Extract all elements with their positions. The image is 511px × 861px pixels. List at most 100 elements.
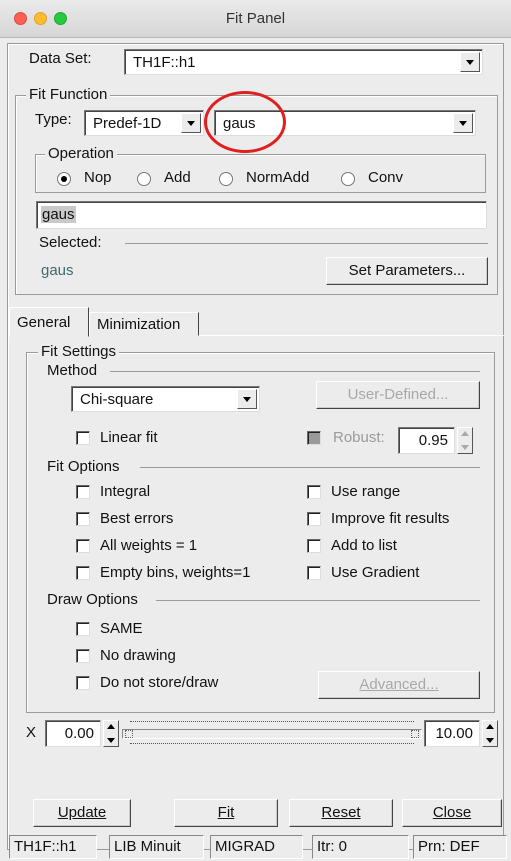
robust-input[interactable]: 0.95 <box>398 427 455 454</box>
use-gradient-checkbox[interactable] <box>307 566 321 580</box>
tab-general[interactable]: General <box>9 307 89 337</box>
method-combo[interactable]: Chi-square <box>71 386 260 412</box>
close-button[interactable]: Close <box>402 799 502 827</box>
linear-fit-checkbox[interactable] <box>76 431 90 445</box>
range-max-input[interactable]: 10.00 <box>424 720 480 747</box>
range-max-spinner[interactable] <box>482 720 498 747</box>
tab-general-label: General <box>17 314 71 331</box>
chevron-down-icon[interactable] <box>237 389 257 409</box>
best-errors-label: Best errors <box>100 510 174 527</box>
arrow-up-icon <box>107 724 115 729</box>
status-method: MIGRAD <box>210 835 303 859</box>
fit-label: Fit <box>217 804 235 821</box>
all-weights-label: All weights = 1 <box>100 537 198 554</box>
annotation-circle <box>204 91 286 153</box>
advanced-label: Advanced... <box>359 676 439 693</box>
set-parameters-button[interactable]: Set Parameters... <box>326 257 488 285</box>
range-max-value: 10.00 <box>435 725 473 742</box>
formula-value: gaus <box>41 206 76 223</box>
advanced-button[interactable]: Advanced... <box>318 671 480 699</box>
arrow-down-icon <box>461 445 469 450</box>
use-range-label: Use range <box>331 483 401 500</box>
no-drawing-checkbox[interactable] <box>76 649 90 663</box>
slider-bottom-dots <box>130 743 414 744</box>
robust-label: Robust: <box>333 429 385 446</box>
method-label: Method <box>47 362 98 379</box>
window-title: Fit Panel <box>225 10 286 27</box>
chevron-down-icon[interactable] <box>460 52 480 72</box>
reset-label: Reset <box>321 804 361 821</box>
range-x-label: X <box>26 724 37 741</box>
selected-label: Selected: <box>39 234 102 251</box>
radio-nop-label[interactable]: Nop <box>84 169 112 186</box>
type-value: Predef-1D <box>93 115 162 132</box>
radio-conv[interactable] <box>341 172 355 186</box>
slider-left-handle[interactable] <box>125 730 133 738</box>
radio-normadd-label[interactable]: NormAdd <box>246 169 309 186</box>
fit-options-label: Fit Options <box>47 458 120 475</box>
do-not-store-label: Do not store/draw <box>100 674 219 691</box>
best-errors-checkbox[interactable] <box>76 512 90 526</box>
range-min-spinner[interactable] <box>103 720 119 747</box>
range-slider[interactable] <box>122 721 422 745</box>
arrow-down-icon <box>107 738 115 743</box>
integral-checkbox[interactable] <box>76 485 90 499</box>
robust-value: 0.95 <box>418 432 448 449</box>
status-print-level: Prn: DEF <box>413 835 507 859</box>
user-defined-button[interactable]: User-Defined... <box>316 381 480 409</box>
data-set-value: TH1F::h1 <box>133 54 196 71</box>
tab-minimization[interactable]: Minimization <box>89 312 199 336</box>
robust-spinner[interactable] <box>457 427 473 454</box>
slider-top-dots <box>130 721 414 729</box>
type-combo[interactable]: Predef-1D <box>84 110 204 136</box>
add-to-list-checkbox[interactable] <box>307 539 321 553</box>
method-divider <box>110 371 480 372</box>
draw-options-label: Draw Options <box>47 591 138 608</box>
integral-label: Integral <box>100 483 151 500</box>
empty-bins-label: Empty bins, weights=1 <box>100 564 251 581</box>
draw-options-divider <box>156 600 480 601</box>
fit-settings-group-label: Fit Settings <box>38 343 120 360</box>
radio-add-label[interactable]: Add <box>164 169 191 186</box>
same-label: SAME <box>100 620 143 637</box>
all-weights-checkbox[interactable] <box>76 539 90 553</box>
radio-normadd[interactable] <box>219 172 233 186</box>
status-histogram: TH1F::h1 <box>9 835 97 859</box>
fit-function-group-label: Fit Function <box>26 86 111 103</box>
slider-track <box>122 729 422 739</box>
tab-minimization-label: Minimization <box>97 316 181 333</box>
linear-fit-label: Linear fit <box>100 429 158 446</box>
radio-conv-label[interactable]: Conv <box>368 169 403 186</box>
method-value: Chi-square <box>80 391 154 408</box>
arrow-up-icon <box>486 724 494 729</box>
improve-fit-checkbox[interactable] <box>307 512 321 526</box>
radio-nop[interactable] <box>57 172 71 186</box>
arrow-up-icon <box>461 431 469 436</box>
formula-input[interactable]: gaus <box>36 201 487 229</box>
robust-checkbox[interactable] <box>307 431 321 445</box>
status-library: LIB Minuit <box>109 835 204 859</box>
update-button[interactable]: Update <box>33 799 131 827</box>
empty-bins-checkbox[interactable] <box>76 566 90 580</box>
fit-button[interactable]: Fit <box>174 799 278 827</box>
use-range-checkbox[interactable] <box>307 485 321 499</box>
radio-add[interactable] <box>137 172 151 186</box>
chevron-down-icon[interactable] <box>453 113 473 133</box>
same-checkbox[interactable] <box>76 622 90 636</box>
range-min-input[interactable]: 0.00 <box>45 720 101 747</box>
close-label: Close <box>432 804 472 821</box>
chevron-down-icon[interactable] <box>181 113 201 133</box>
add-to-list-label: Add to list <box>331 537 397 554</box>
selected-divider <box>125 243 488 244</box>
operation-group-label: Operation <box>45 145 117 162</box>
arrow-down-icon <box>486 738 494 743</box>
slider-right-handle[interactable] <box>411 730 419 738</box>
fit-options-divider <box>140 467 480 468</box>
title-bar: Fit Panel <box>0 0 511 38</box>
do-not-store-checkbox[interactable] <box>76 676 90 690</box>
range-min-value: 0.00 <box>64 725 94 742</box>
status-iterations: Itr: 0 <box>312 835 409 859</box>
data-set-combo[interactable]: TH1F::h1 <box>124 49 483 75</box>
reset-button[interactable]: Reset <box>289 799 393 827</box>
no-drawing-label: No drawing <box>100 647 176 664</box>
